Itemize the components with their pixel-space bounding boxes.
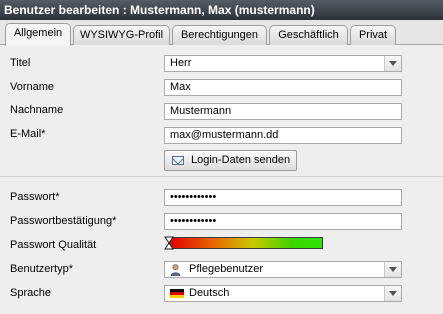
tab-geschaeftlich[interactable]: Geschäftlich bbox=[269, 25, 348, 45]
titel-label: Titel bbox=[10, 57, 31, 69]
tab-privat[interactable]: Privat bbox=[350, 25, 396, 45]
german-flag-icon bbox=[170, 289, 184, 298]
general-tab-panel: Titel Herr Vorname Max Nachname Musterma… bbox=[0, 45, 443, 314]
sprache-label: Sprache bbox=[10, 287, 51, 299]
passwort-bestaetigung-input[interactable]: •••••••••••• bbox=[164, 213, 402, 230]
titel-select[interactable]: Herr bbox=[164, 55, 402, 72]
email-label: E-Mail* bbox=[10, 128, 46, 140]
passwort-label: Passwort* bbox=[10, 191, 60, 203]
nachname-label: Nachname bbox=[10, 104, 64, 116]
tab-allgemein[interactable]: Allgemein bbox=[5, 23, 71, 46]
nachname-input[interactable]: Mustermann bbox=[164, 103, 402, 120]
password-quality-meter bbox=[164, 236, 324, 250]
passwort-input[interactable]: •••••••••••• bbox=[164, 189, 402, 206]
benutzertyp-select[interactable]: Pflegebenutzer bbox=[164, 261, 402, 278]
send-login-button[interactable]: Login-Daten senden bbox=[164, 150, 297, 171]
titel-value: Herr bbox=[170, 57, 192, 69]
benutzertyp-value: Pflegebenutzer bbox=[189, 263, 263, 275]
tab-strip: Allgemein WYSIWYG-Profil Berechtigungen … bbox=[0, 20, 443, 46]
passwort-bestaetigung-label: Passwortbestätigung* bbox=[10, 215, 117, 227]
vorname-input[interactable]: Max bbox=[164, 79, 402, 96]
tab-wysiwyg-profil[interactable]: WYSIWYG-Profil bbox=[73, 25, 170, 45]
benutzertyp-label: Benutzertyp* bbox=[10, 263, 73, 275]
chevron-down-icon[interactable] bbox=[384, 286, 401, 301]
sprache-select[interactable]: Deutsch bbox=[164, 285, 402, 302]
vorname-label: Vorname bbox=[10, 81, 55, 93]
email-input[interactable]: max@mustermann.dd bbox=[164, 127, 402, 144]
chevron-down-icon[interactable] bbox=[384, 262, 401, 277]
hourglass-icon bbox=[164, 236, 174, 250]
send-login-label: Login-Daten senden bbox=[191, 154, 291, 166]
quality-gradient-bar bbox=[168, 237, 323, 249]
tab-berechtigungen[interactable]: Berechtigungen bbox=[172, 25, 267, 45]
passwort-qualitaet-label: Passwort Qualität bbox=[10, 239, 97, 251]
sprache-value: Deutsch bbox=[189, 287, 230, 299]
window-title: Benutzer bearbeiten : Mustermann, Max (m… bbox=[0, 0, 443, 20]
chevron-down-icon[interactable] bbox=[384, 56, 401, 71]
mail-icon bbox=[172, 156, 184, 165]
section-divider bbox=[0, 176, 443, 177]
user-icon bbox=[170, 264, 181, 276]
